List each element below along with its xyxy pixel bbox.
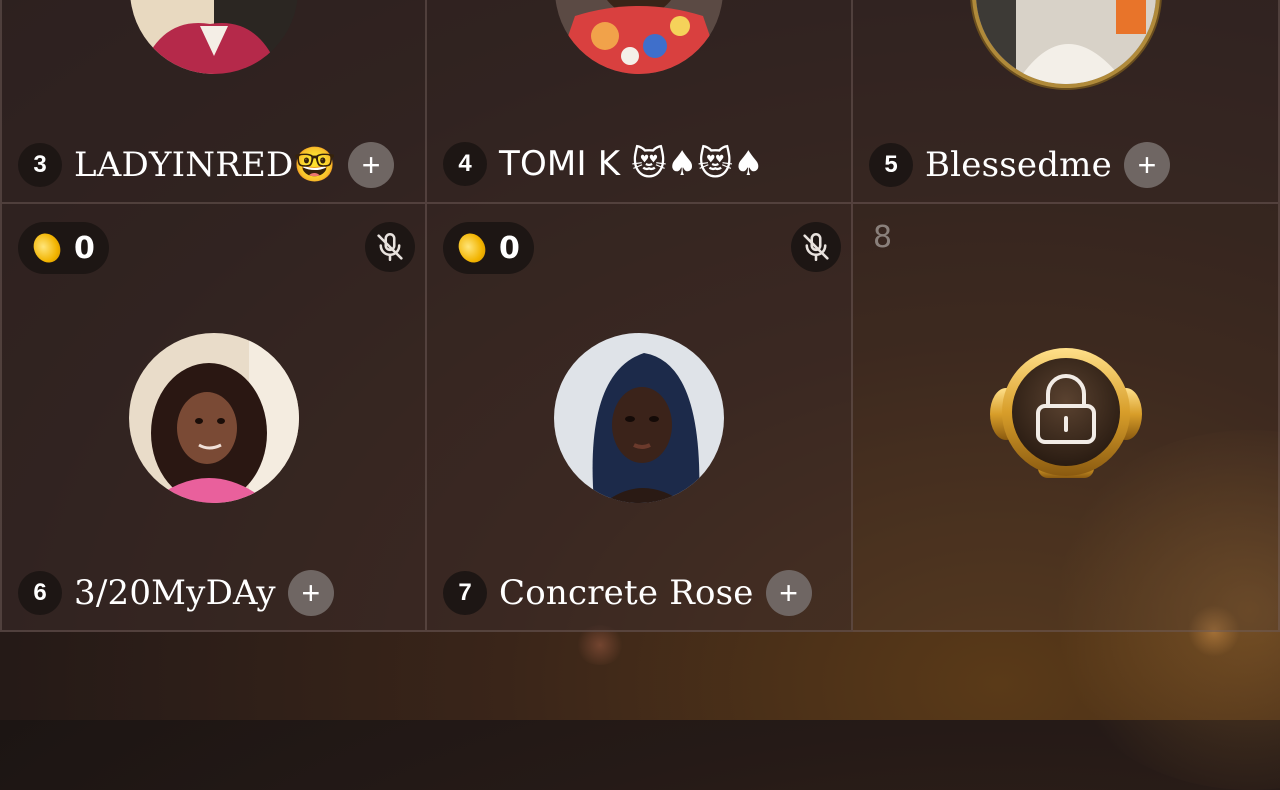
user-name[interactable]: 3/20MyDAy [74,573,276,613]
seat-name-row: 3 LADYINRED🤓 + [18,142,395,188]
user-name[interactable]: TOMI K 😻♠😻♠ [499,144,764,184]
seat-name-row: 5 Blessedme + [869,142,1170,188]
seat-4[interactable]: 4 TOMI K 😻♠😻♠ [427,0,853,204]
mic-off-icon [803,232,829,262]
user-name[interactable]: Blessedme [925,145,1112,185]
coin-count: 0 [499,230,520,266]
seat-5[interactable]: 5 Blessedme + [853,0,1280,204]
avatar[interactable] [555,0,723,74]
seat-name-row: 6 3/20MyDAy + [18,570,334,616]
seat-3[interactable]: 3 LADYINRED🤓 + [0,0,427,204]
seat-number: 7 [443,571,487,615]
seat-number: 3 [18,143,62,187]
avatar[interactable] [128,333,299,503]
seat-grid: 3 LADYINRED🤓 + 4 TOMI K 😻♠😻♠ 5 Blessedme… [0,0,1280,632]
seat-number: 5 [869,143,913,187]
mic-off-button[interactable] [365,222,415,272]
coin-count: 0 [74,230,95,266]
seat-6[interactable]: 0 6 3/20MyDAy + [0,204,427,632]
follow-button[interactable]: + [1123,142,1170,188]
seat-name-row: 4 TOMI K 😻♠😻♠ [443,142,764,186]
follow-button[interactable]: + [348,142,395,188]
avatar[interactable] [975,0,1156,84]
coin-badge: 0 [18,222,109,274]
seat-number: 6 [18,571,62,615]
seat-7[interactable]: 0 7 Concrete Rose + [427,204,853,632]
follow-button[interactable]: + [765,570,812,616]
coin-badge: 0 [443,222,534,274]
coin-icon [28,228,66,268]
avatar[interactable] [554,333,724,503]
seat-number: 8 [873,220,893,255]
avatar[interactable] [129,0,298,74]
seat-number: 4 [443,142,487,186]
user-name[interactable]: Concrete Rose [499,573,754,613]
follow-button[interactable]: + [287,570,334,616]
mic-off-button[interactable] [791,222,841,272]
user-name[interactable]: LADYINRED🤓 [74,145,336,185]
coin-icon [453,228,491,268]
lock-icon[interactable] [986,344,1146,484]
seat-8-locked[interactable]: 8 [853,204,1280,632]
mic-off-icon [377,232,403,262]
seat-name-row: 7 Concrete Rose + [443,570,812,616]
